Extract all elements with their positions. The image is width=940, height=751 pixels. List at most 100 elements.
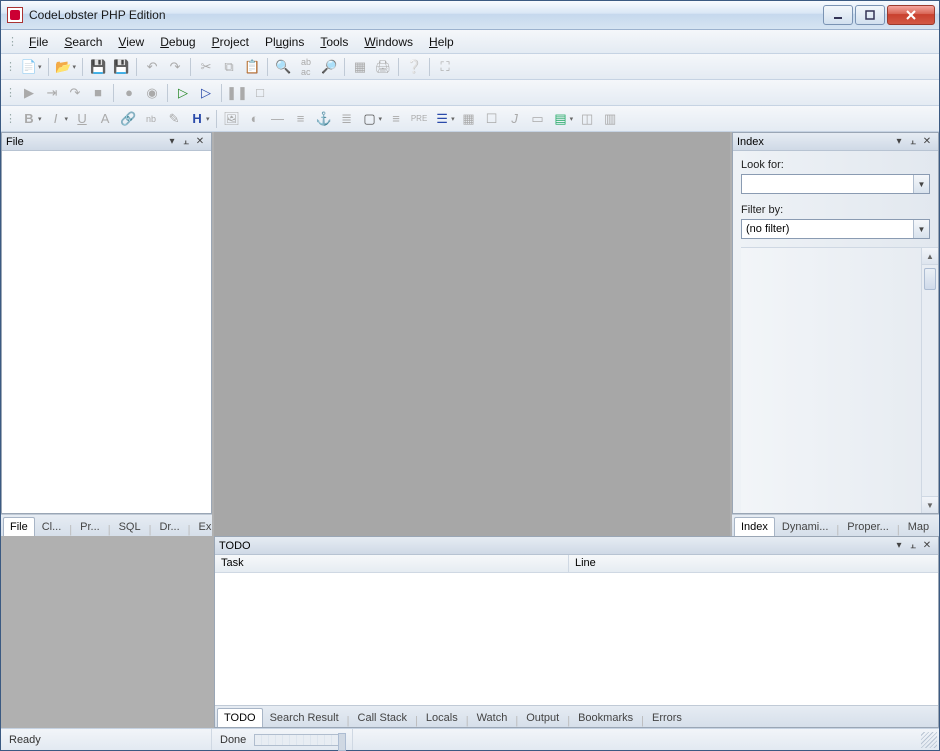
tab-file[interactable]: File	[3, 517, 35, 536]
italic-icon[interactable]: I	[45, 108, 67, 130]
copy-icon[interactable]: ⧉	[218, 56, 240, 78]
tab-sql[interactable]: SQL	[112, 517, 148, 536]
new-file-icon[interactable]: 📄	[18, 56, 40, 78]
debug-step-icon[interactable]: ▷	[195, 82, 217, 104]
tab-project[interactable]: Pr...	[73, 517, 107, 536]
div-dropdown[interactable]: ▾	[379, 115, 385, 123]
file-panel-pin-icon[interactable]: ⫠	[179, 135, 193, 149]
pause-icon[interactable]: ❚❚	[226, 82, 248, 104]
menubar-grip[interactable]: ⋮	[7, 35, 17, 48]
todo-panel-header[interactable]: TODO ▾ ⫠ ✕	[215, 537, 938, 555]
link-icon[interactable]: 🔗	[117, 108, 139, 130]
file-panel-menu-icon[interactable]: ▾	[165, 135, 179, 149]
find-in-files-icon[interactable]: 🔎	[318, 56, 340, 78]
filterby-input[interactable]	[742, 220, 913, 238]
tab-output[interactable]: Output	[519, 708, 566, 727]
breakpoint-icon[interactable]: ●	[118, 82, 140, 104]
pre-icon[interactable]: PRE	[408, 108, 430, 130]
run-icon[interactable]: ▶	[18, 82, 40, 104]
file-tree[interactable]	[2, 151, 211, 513]
align-icon[interactable]: ≡	[290, 108, 312, 130]
filterby-dropdown-icon[interactable]: ▼	[913, 220, 929, 238]
tab-dynamic[interactable]: Dynami...	[775, 517, 835, 536]
tab-call-stack[interactable]: Call Stack	[351, 708, 415, 727]
print-icon[interactable]: 🖨	[372, 56, 394, 78]
font-icon[interactable]: A	[94, 108, 116, 130]
comment-icon[interactable]: ✎	[163, 108, 185, 130]
preview-icon[interactable]: ▦	[349, 56, 371, 78]
editor-area[interactable]	[214, 132, 730, 536]
menu-project[interactable]: Project	[204, 32, 257, 52]
file-panel-header[interactable]: File ▾ ⫠ ✕	[2, 133, 211, 151]
tab-properties[interactable]: Proper...	[840, 517, 896, 536]
new-file-dropdown[interactable]: ▾	[38, 63, 44, 71]
breakpoints-icon[interactable]: ◉	[141, 82, 163, 104]
menu-tools[interactable]: Tools	[312, 32, 356, 52]
open-folder-icon[interactable]: 📂	[53, 56, 75, 78]
template-icon[interactable]: ▤	[550, 108, 572, 130]
nbsp-icon[interactable]: nb	[140, 108, 162, 130]
cut-icon[interactable]: ✂	[195, 56, 217, 78]
menu-file[interactable]: File	[21, 32, 56, 52]
menu-help[interactable]: Help	[421, 32, 462, 52]
heading-icon[interactable]: H	[186, 108, 208, 130]
titlebar[interactable]: CodeLobster PHP Edition	[1, 1, 939, 30]
help-icon[interactable]: ❔	[403, 56, 425, 78]
paste-icon[interactable]: 📋	[241, 56, 263, 78]
resize-grip-icon[interactable]	[921, 732, 937, 748]
tab-drupal[interactable]: Dr...	[152, 517, 186, 536]
menu-search[interactable]: Search	[56, 32, 110, 52]
tab-map[interactable]: Map	[901, 517, 936, 536]
todo-list[interactable]	[215, 573, 938, 705]
toolbar-grip[interactable]: ⋮	[5, 60, 15, 73]
lookfor-input[interactable]	[742, 175, 913, 193]
tab-class[interactable]: Cl...	[35, 517, 69, 536]
lookfor-combobox[interactable]: ▼	[741, 174, 930, 194]
lookfor-dropdown-icon[interactable]: ▼	[913, 175, 929, 193]
scroll-up-icon[interactable]: ▲	[922, 248, 938, 265]
stop-debug-icon[interactable]: □	[249, 82, 271, 104]
save-all-icon[interactable]: 💾	[110, 56, 132, 78]
tab-watch[interactable]: Watch	[470, 708, 515, 727]
table-icon[interactable]: ▦	[458, 108, 480, 130]
index-panel-menu-icon[interactable]: ▾	[892, 135, 906, 149]
iframe-icon[interactable]: ▭	[527, 108, 549, 130]
menu-plugins[interactable]: Plugins	[257, 32, 312, 52]
scroll-down-icon[interactable]: ▼	[922, 496, 938, 513]
frameset-icon[interactable]: ▥	[599, 108, 621, 130]
hr-icon[interactable]: —	[267, 108, 289, 130]
todo-col-line[interactable]: Line	[569, 555, 938, 572]
div-icon[interactable]: ▢	[359, 108, 381, 130]
maximize-button[interactable]	[855, 5, 885, 25]
tab-explorer[interactable]: Ex...	[191, 517, 212, 536]
undo-icon[interactable]: ↶	[141, 56, 163, 78]
tab-errors[interactable]: Errors	[645, 708, 689, 727]
tab-bookmarks[interactable]: Bookmarks	[571, 708, 640, 727]
step-over-icon[interactable]: ↷	[64, 82, 86, 104]
debug-start-icon[interactable]: ▷	[172, 82, 194, 104]
tab-todo[interactable]: TODO	[217, 708, 263, 727]
tab-locals[interactable]: Locals	[419, 708, 465, 727]
menu-windows[interactable]: Windows	[356, 32, 421, 52]
script-icon[interactable]: J	[504, 108, 526, 130]
index-panel-header[interactable]: Index ▾ ⫠ ✕	[733, 133, 938, 151]
todo-col-task[interactable]: Task	[215, 555, 569, 572]
toolbar-grip-3[interactable]: ⋮	[5, 112, 15, 125]
stop-icon[interactable]: ■	[87, 82, 109, 104]
bold-icon[interactable]: B	[18, 108, 40, 130]
list-icon[interactable]: ☰	[431, 108, 453, 130]
scroll-thumb[interactable]	[924, 268, 936, 290]
color-icon[interactable]: ◐	[244, 108, 266, 130]
run-to-cursor-icon[interactable]: ⇥	[41, 82, 63, 104]
list-dropdown[interactable]: ▾	[451, 115, 457, 123]
index-panel-pin-icon[interactable]: ⫠	[906, 135, 920, 149]
form-icon[interactable]: ☐	[481, 108, 503, 130]
anchor-icon[interactable]: ⚓	[313, 108, 335, 130]
find-replace-icon[interactable]: abac	[295, 56, 317, 78]
index-scrollbar[interactable]: ▲ ▼	[921, 248, 938, 513]
todo-panel-pin-icon[interactable]: ⫠	[906, 539, 920, 553]
template-dropdown[interactable]: ▾	[570, 115, 576, 123]
underline-icon[interactable]: U	[71, 108, 93, 130]
find-icon[interactable]: 🔍	[272, 56, 294, 78]
open-dropdown[interactable]: ▾	[73, 63, 79, 71]
